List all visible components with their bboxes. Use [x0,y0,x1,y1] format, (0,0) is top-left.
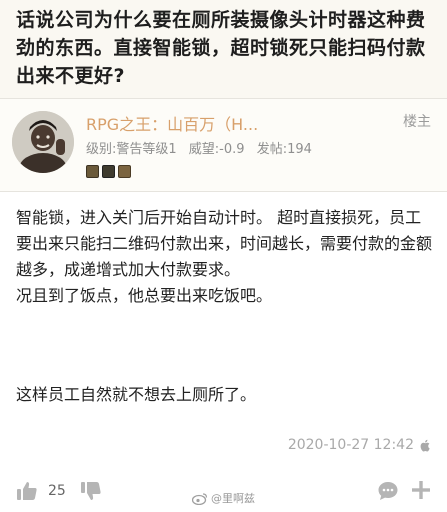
post-paragraph: 况且到了饭点，他总要出来吃饭吧。 [16,286,273,305]
author-name[interactable]: RPG之王：山百万（H... [86,111,258,135]
post-paragraph: 智能锁，进入关门后开始自动计时。 超时直接损死，员工要出来只能扫二维码付款出来，… [16,208,433,279]
post-header: RPG之王：山百万（H... 楼主 级别:警告等级1 威望:-0.9 发帖:19… [0,99,447,191]
medal-icon[interactable] [118,165,131,178]
author-meta: 级别:警告等级1 威望:-0.9 发帖:194 [86,138,320,157]
medal-row [86,165,131,178]
watermark-text: @里啊兹 [211,492,255,505]
apple-icon [420,439,431,452]
post-closing-line: 这样员工自然就不想去上厕所了。 [16,385,257,404]
thread-title-block: 话说公司为什么要在厕所装摄像头计时器这种费劲的东西。直接智能锁，超时锁死只能扫码… [0,0,447,98]
avatar-image [12,111,74,173]
post-action-bar: 25 @里啊兹 [0,473,447,512]
op-badge: 楼主 [403,114,431,130]
post-timestamp: 2020-10-27 12:42 [288,437,431,453]
watermark: @里啊兹 [192,490,255,506]
thumbs-up-icon[interactable] [16,480,38,502]
like-count: 25 [48,483,66,499]
comment-icon[interactable] [377,480,399,502]
medal-icon[interactable] [86,165,99,178]
author-level: 级别:警告等级1 [86,142,177,157]
author-prestige: 威望:-0.9 [188,142,245,157]
post-body: 智能锁，进入关门后开始自动计时。 超时直接损死，员工要出来只能扫二维码付款出来，… [16,205,436,309]
author-post-count: 发帖:194 [256,142,312,157]
add-icon[interactable] [410,479,432,501]
medal-icon[interactable] [102,165,115,178]
weibo-icon [192,492,208,505]
thumbs-down-icon[interactable] [80,480,102,502]
timestamp-text: 2020-10-27 12:42 [287,437,414,453]
divider [0,191,447,192]
thread-title: 话说公司为什么要在厕所装摄像头计时器这种费劲的东西。直接智能锁，超时锁死只能扫码… [16,9,426,87]
avatar[interactable] [12,111,74,173]
